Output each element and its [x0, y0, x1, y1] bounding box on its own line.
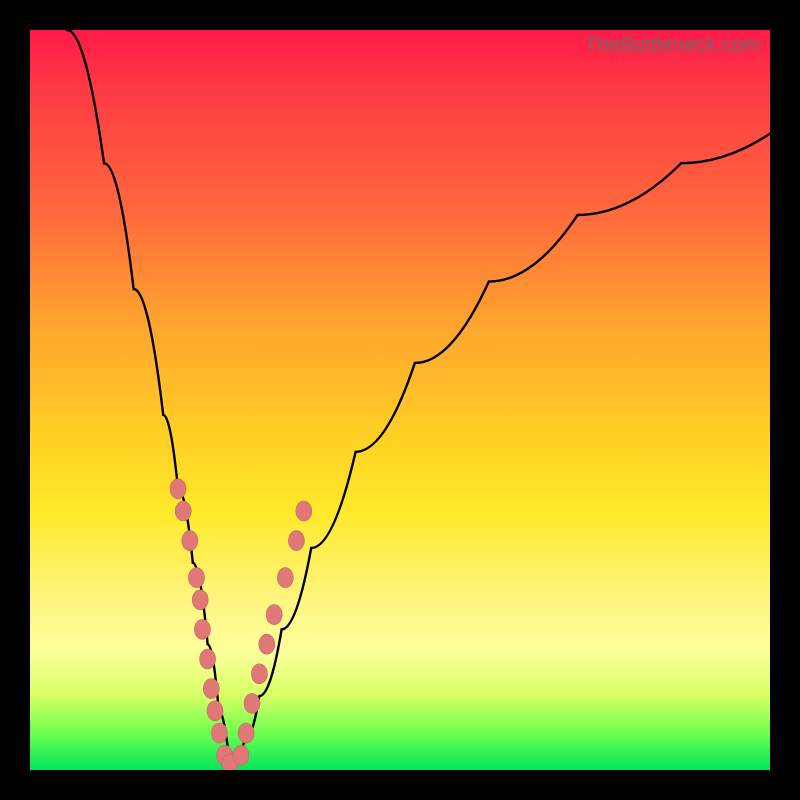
- sample-bead: [200, 649, 216, 669]
- sample-bead: [175, 501, 191, 521]
- sample-bead: [233, 745, 249, 765]
- bottleneck-curve-line: [67, 30, 770, 766]
- sample-bead: [211, 723, 227, 743]
- plot-area: TheBottleneck.com: [30, 30, 770, 770]
- sample-bead: [259, 634, 275, 654]
- sample-bead: [182, 531, 198, 551]
- sample-bead: [296, 501, 312, 521]
- sample-bead: [207, 701, 223, 721]
- sample-bead: [192, 590, 208, 610]
- sample-bead: [288, 531, 304, 551]
- sample-bead: [266, 605, 282, 625]
- sample-bead: [194, 619, 210, 639]
- sample-bead: [170, 479, 186, 499]
- chart-frame: TheBottleneck.com: [0, 0, 800, 800]
- sample-bead: [244, 693, 260, 713]
- sample-bead: [251, 664, 267, 684]
- sample-bead: [189, 568, 205, 588]
- sample-bead: [277, 568, 293, 588]
- sample-beads-group: [170, 479, 312, 770]
- sample-bead: [238, 723, 254, 743]
- sample-bead: [203, 679, 219, 699]
- bottleneck-curve-svg: [30, 30, 770, 770]
